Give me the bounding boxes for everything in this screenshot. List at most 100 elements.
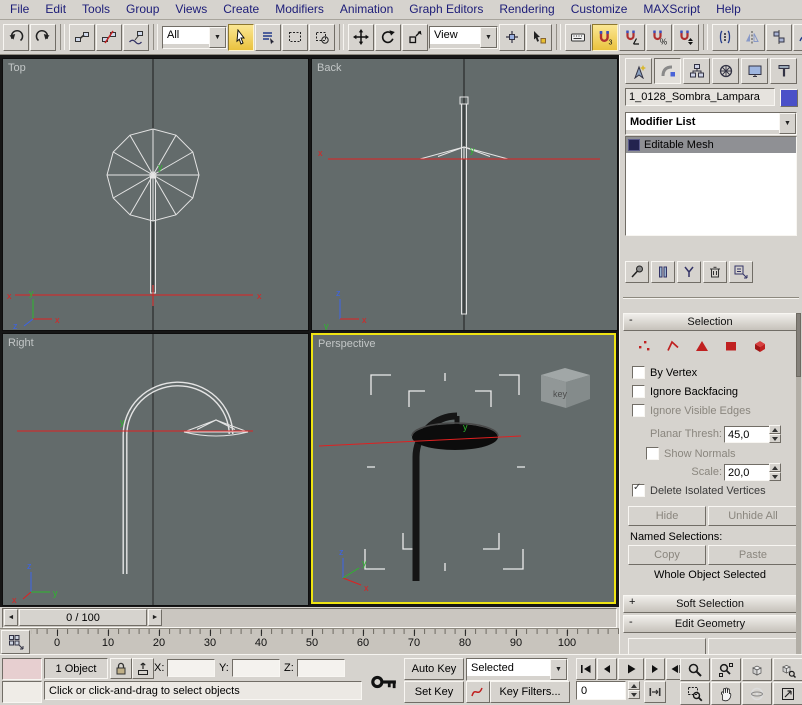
modifier-list-dropdown[interactable]: Modifier List ▼ [625,112,797,135]
key-filters-button[interactable]: Key Filters... [490,681,570,703]
menu-modifiers[interactable]: Modifiers [267,0,332,19]
viewport-right[interactable]: Right y z y x [2,333,309,606]
pin-stack-button[interactable] [625,261,649,283]
rollout-soft-selection[interactable]: + Soft Selection [623,595,797,613]
set-key-mode-button[interactable] [366,661,402,703]
zoom-all-button[interactable] [711,658,741,681]
pan-view-button[interactable] [711,682,741,705]
tab-modify[interactable] [654,58,681,84]
edit-geometry-cutoff-button[interactable] [708,638,798,654]
x-coordinate-field[interactable] [167,659,215,677]
menu-graph-editors[interactable]: Graph Editors [401,0,491,19]
menu-group[interactable]: Group [118,0,167,19]
window-crossing-toggle-button[interactable] [309,24,335,51]
keyboard-shortcut-override-button[interactable] [565,24,591,51]
select-object-button[interactable] [228,24,254,51]
mirror-button[interactable] [739,24,765,51]
ignore-backfacing-checkbox[interactable]: Ignore Backfacing [632,385,738,398]
next-frame-arrow-icon[interactable]: ► [148,609,162,626]
select-and-scale-button[interactable] [402,24,428,51]
rectangular-selection-region-button[interactable] [282,24,308,51]
vertex-mode-button[interactable] [632,336,656,356]
selection-filter-dropdown[interactable]: All ▼ [162,26,227,49]
spinner-up-icon[interactable] [628,681,640,690]
show-end-result-button[interactable] [651,261,675,283]
arc-rotate-button[interactable] [742,682,772,705]
spinner-down-icon[interactable] [628,690,640,699]
scale-field[interactable]: 20,0 [724,464,770,481]
edge-mode-button[interactable] [661,336,685,356]
modifier-stack-row-selected[interactable]: Editable Mesh [626,137,796,153]
curve-editor-button[interactable] [793,24,802,51]
select-and-move-button[interactable] [348,24,374,51]
planar-thresh-spinner[interactable] [769,425,781,443]
menu-maxscript[interactable]: MAXScript [635,0,708,19]
rollout-edit-geometry[interactable]: - Edit Geometry [623,615,797,633]
polygon-mode-button[interactable] [719,336,743,356]
menu-customize[interactable]: Customize [563,0,636,19]
selection-lock-toggle[interactable] [110,658,132,679]
edit-geometry-cutoff-button[interactable] [628,638,706,654]
previous-frame-button[interactable] [597,658,617,680]
use-pivot-point-center-button[interactable] [499,24,525,51]
menu-animation[interactable]: Animation [332,0,401,19]
reference-coordinate-system-dropdown[interactable]: View ▼ [429,26,498,49]
panel-scrollbar-thumb[interactable] [796,313,801,377]
modifier-stack[interactable]: Editable Mesh [625,136,797,236]
viewport-right-label[interactable]: Right [8,337,34,349]
delete-isolated-vertices-checkbox[interactable]: ✓ Delete Isolated Vertices [632,484,766,497]
edit-named-selection-sets-button[interactable] [712,24,738,51]
menu-edit[interactable]: Edit [37,0,74,19]
tab-motion[interactable] [712,58,739,84]
select-and-rotate-button[interactable] [375,24,401,51]
zoom-extents-button[interactable] [742,658,772,681]
go-to-start-button[interactable] [576,658,596,680]
viewport-back-label[interactable]: Back [317,62,341,74]
undo-button[interactable] [3,24,29,51]
play-animation-button[interactable] [618,658,644,680]
next-frame-button[interactable] [645,658,665,680]
viewport-top-label[interactable]: Top [8,62,26,74]
rollout-selection[interactable]: - Selection [623,313,797,331]
percent-snap-toggle-button[interactable]: % [646,24,672,51]
auto-key-button[interactable]: Auto Key [404,658,464,680]
tab-utilities[interactable] [770,58,797,84]
scale-spinner[interactable] [769,463,781,481]
viewport-perspective[interactable]: Perspective key y z x y [311,333,616,604]
select-by-name-button[interactable] [255,24,281,51]
key-mode-toggle-button[interactable] [644,681,666,703]
viewport-perspective-label[interactable]: Perspective [318,338,375,350]
current-frame-field[interactable]: 0 [576,681,626,700]
spinner-down-icon[interactable] [769,472,781,481]
tab-create[interactable] [625,58,652,84]
viewport-top[interactable]: Top x x y y x z [2,58,309,331]
menu-rendering[interactable]: Rendering [491,0,562,19]
open-mini-curve-editor-button[interactable] [1,630,30,654]
spinner-up-icon[interactable] [769,425,781,434]
default-in-out-tangents-button[interactable] [466,681,490,703]
absolute-offset-mode-toggle[interactable] [132,658,154,679]
menu-file[interactable]: File [2,0,37,19]
chevron-down-icon[interactable]: ▼ [550,659,567,680]
face-mode-button[interactable] [690,336,714,356]
tab-hierarchy[interactable] [683,58,710,84]
align-button[interactable] [766,24,792,51]
region-zoom-button[interactable] [680,682,710,705]
unlink-selection-button[interactable] [96,24,122,51]
spinner-down-icon[interactable] [769,434,781,443]
min-max-toggle-button[interactable] [773,682,802,705]
angle-snap-toggle-button[interactable] [619,24,645,51]
snap-toggle-3d-button[interactable]: 3 [592,24,618,51]
redo-button[interactable] [30,24,56,51]
configure-modifier-sets-button[interactable] [729,261,753,283]
bind-to-space-warp-button[interactable] [123,24,149,51]
frame-spinner[interactable] [628,681,640,699]
chevron-down-icon[interactable]: ▼ [209,27,226,48]
spinner-snap-toggle-button[interactable] [673,24,699,51]
make-unique-button[interactable] [677,261,701,283]
tab-display[interactable] [741,58,768,84]
menu-create[interactable]: Create [215,0,267,19]
zoom-button[interactable] [680,658,710,681]
zoom-extents-all-button[interactable] [773,658,802,681]
menu-views[interactable]: Views [167,0,215,19]
